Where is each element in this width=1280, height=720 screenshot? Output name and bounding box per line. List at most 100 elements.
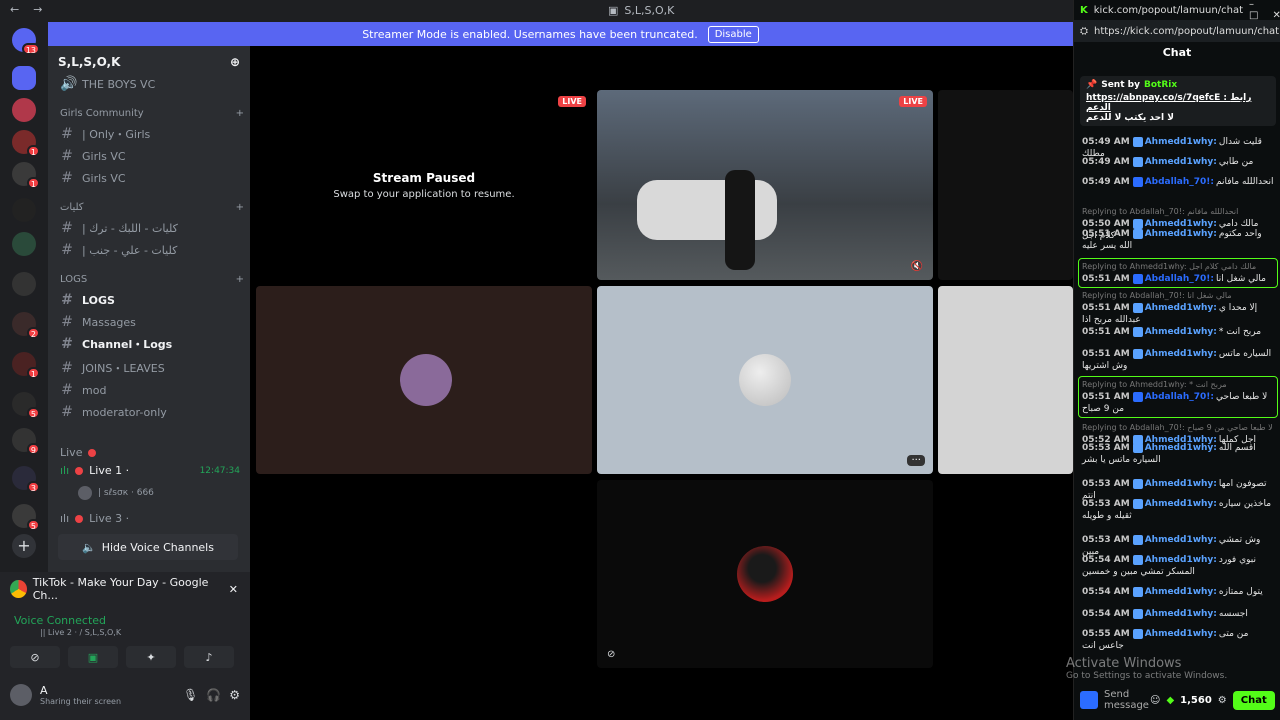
server-icon[interactable] xyxy=(12,98,36,122)
message-username[interactable]: Ahmedd1why: xyxy=(1145,587,1217,597)
server-icon[interactable]: 1 xyxy=(12,162,40,189)
back-arrow-icon[interactable]: ← xyxy=(10,3,19,16)
send-message-input[interactable]: Send message xyxy=(1104,689,1149,711)
server-icon[interactable]: 1 xyxy=(12,130,40,157)
channel-item[interactable]: # | كليات - اللبك - ترك xyxy=(60,218,240,238)
game-stream-tile[interactable]: LIVE 🔇 xyxy=(597,90,933,280)
gear-icon[interactable]: ⚙ xyxy=(229,688,240,702)
server-folder-icon[interactable] xyxy=(12,198,36,222)
chat-message[interactable]: 05:51 AM Ahmedd1why: واحد مكتوم الله يسر ع… xyxy=(1082,228,1276,252)
screen-share-icon[interactable]: ▣ xyxy=(68,646,118,668)
chat-message[interactable]: 05:49 AM Abdallah_70!: انحداللله مافانم xyxy=(1082,176,1276,188)
channel-item[interactable]: 🔊 THE BOYS VC xyxy=(60,74,240,94)
chat-send-button[interactable]: Chat xyxy=(1232,690,1275,710)
message-time: 05:51 AM xyxy=(1082,229,1130,239)
message-username[interactable]: Abdallah_70!: xyxy=(1145,392,1214,402)
chat-message[interactable]: 05:53 AM Ahmedd1why: اقسم الله السياره مات… xyxy=(1082,442,1276,466)
user-tile[interactable]: ··· xyxy=(597,286,933,474)
chat-message[interactable]: Replying to Abdallah_70!: مالي شغل انا 05… xyxy=(1082,290,1276,326)
channel-item[interactable]: # moderator-only xyxy=(60,402,240,422)
chat-message[interactable]: 05:54 AM Ahmedd1why: نبوي فورد المسكر تمشي… xyxy=(1082,554,1276,578)
window-controls[interactable]: –□✕ xyxy=(1249,0,1280,21)
voice-channel-live1[interactable]: ılı Live 1 · 12:47:34 xyxy=(60,464,240,477)
hide-voice-channels-button[interactable]: 🔈 Hide Voice Channels xyxy=(58,534,238,560)
channel-item[interactable]: # Girls VC xyxy=(60,146,240,166)
server-folder-icon[interactable] xyxy=(12,272,36,296)
emote-icon[interactable]: ☺ xyxy=(1150,695,1160,706)
server-icon[interactable] xyxy=(12,232,36,256)
forward-arrow-icon[interactable]: → xyxy=(33,3,42,16)
paused-stream-tile[interactable]: LIVE Stream Paused Swap to your applicat… xyxy=(256,90,592,280)
message-username[interactable]: Ahmedd1why: xyxy=(1145,157,1217,167)
category-live[interactable]: Live xyxy=(60,446,240,459)
soundboard-icon[interactable]: ♪ xyxy=(184,646,234,668)
message-username[interactable]: Abdallah_70!: xyxy=(1145,177,1214,187)
server-folder-icon[interactable]: 9 xyxy=(12,428,40,455)
channel-item[interactable]: # JOINS・LEAVES xyxy=(60,358,240,378)
category-girls[interactable]: Girls Community + xyxy=(60,108,244,119)
message-username[interactable]: Ahmedd1why: xyxy=(1145,499,1217,509)
address-bar[interactable]: ⛭ https://kick.com/popout/lamuun/chat xyxy=(1074,20,1280,42)
gear-icon[interactable]: ⚙ xyxy=(1218,695,1227,706)
channel-item[interactable]: # mod xyxy=(60,380,240,400)
message-username[interactable]: Ahmedd1why: xyxy=(1145,443,1217,453)
user-tile[interactable]: ⊘ xyxy=(597,480,933,668)
message-username[interactable]: Ahmedd1why: xyxy=(1145,327,1217,337)
server-icon[interactable]: 2 xyxy=(12,312,40,339)
activities-icon[interactable]: ✦ xyxy=(126,646,176,668)
category-2[interactable]: كليات + xyxy=(60,202,244,213)
category-logs[interactable]: LOGS + xyxy=(60,274,244,285)
channel-item[interactable]: # | Only・Girls xyxy=(60,124,240,144)
server-icon[interactable]: 3 xyxy=(12,466,40,493)
message-username[interactable]: Abdallah_70!: xyxy=(1145,274,1214,284)
server-icon[interactable]: 5 xyxy=(12,504,40,531)
pinned-message[interactable]: 📌 Sent by BotRix https://abnpay.co/s/7qe… xyxy=(1080,76,1276,126)
close-icon[interactable]: ✕ xyxy=(229,583,238,596)
message-username[interactable]: Ahmedd1why: xyxy=(1145,303,1217,313)
chat-message[interactable]: 05:53 AM Ahmedd1why: ماخذين سياره ثقيله و … xyxy=(1082,498,1276,522)
server-name: S,L,S,O,K xyxy=(58,55,121,69)
activity-row[interactable]: TikTok - Make Your Day - Google Ch... ✕ xyxy=(10,576,238,602)
camera-off-icon[interactable]: ⊘ xyxy=(10,646,60,668)
stream-tile[interactable] xyxy=(938,90,1073,280)
message-username[interactable]: Ahmedd1why: xyxy=(1145,609,1217,619)
channel-item[interactable]: # Girls VC xyxy=(60,168,240,188)
points-count: 1,560 xyxy=(1180,694,1212,706)
message-username[interactable]: Ahmedd1why: xyxy=(1145,137,1217,147)
message-username[interactable]: Ahmedd1why: xyxy=(1145,535,1217,545)
voice-channel-live3[interactable]: ılı Live 3 · xyxy=(60,512,240,525)
chat-message[interactable]: 05:51 AM Ahmedd1why: السياره ماتس وش اشتري… xyxy=(1082,348,1276,372)
user-row[interactable]: A Sharing their screen 🎙 🎧 ⚙ xyxy=(10,680,240,710)
message-username[interactable]: Ahmedd1why: xyxy=(1145,479,1217,489)
channel-item[interactable]: # Massages xyxy=(60,312,240,332)
server-icon[interactable]: 5 xyxy=(12,392,40,419)
chat-message[interactable]: 05:54 AM Ahmedd1why: يتول ممتازه xyxy=(1082,586,1276,598)
channel-item[interactable]: # | كليات - علي - جنب xyxy=(60,240,240,260)
user-tile[interactable] xyxy=(256,286,592,474)
voice-user[interactable]: | ѕℓѕσк · 666 xyxy=(78,486,258,500)
message-username[interactable]: Ahmedd1why: xyxy=(1145,629,1217,639)
server-icon[interactable] xyxy=(12,66,36,90)
server-icon[interactable]: 1 xyxy=(12,352,40,379)
add-member-icon[interactable]: ⊕ xyxy=(230,55,240,69)
chat-message[interactable]: Replying to Ahmedd1why: * مربح انت 05:51 … xyxy=(1078,376,1278,418)
chat-message[interactable]: 05:55 AM Ahmedd1why: من متى جاعس انت xyxy=(1082,628,1276,652)
home-icon[interactable]: 13 xyxy=(12,28,40,55)
chat-message[interactable]: 05:51 AM Ahmedd1why: * مربح انت xyxy=(1082,326,1276,338)
chat-message[interactable]: Replying to Ahmedd1why: مالك دامي كلام ا… xyxy=(1078,258,1278,288)
user-tile[interactable] xyxy=(938,286,1073,474)
channel-item[interactable]: # LOGS xyxy=(60,290,240,310)
message-username[interactable]: Ahmedd1why: xyxy=(1145,229,1217,239)
chat-message[interactable]: 05:54 AM Ahmedd1why: اجسسه xyxy=(1082,608,1276,620)
more-icon[interactable]: ··· xyxy=(907,455,925,466)
chat-message[interactable]: 05:49 AM Ahmedd1why: من طابي xyxy=(1082,156,1276,168)
message-username[interactable]: Ahmedd1why: xyxy=(1145,349,1217,359)
add-server-icon[interactable]: + xyxy=(12,534,36,558)
disable-button[interactable]: Disable xyxy=(707,25,759,43)
mute-icon[interactable]: 🔇 xyxy=(911,261,923,272)
reply-context: Replying to Abdallah_70!: لا طبعا صاحي م… xyxy=(1082,423,1273,432)
message-username[interactable]: Ahmedd1why: xyxy=(1145,555,1217,565)
mic-icon[interactable]: 🎙 xyxy=(183,688,198,702)
headset-icon[interactable]: 🎧 xyxy=(206,688,221,702)
channel-item[interactable]: # Channel・Logs xyxy=(60,334,240,354)
